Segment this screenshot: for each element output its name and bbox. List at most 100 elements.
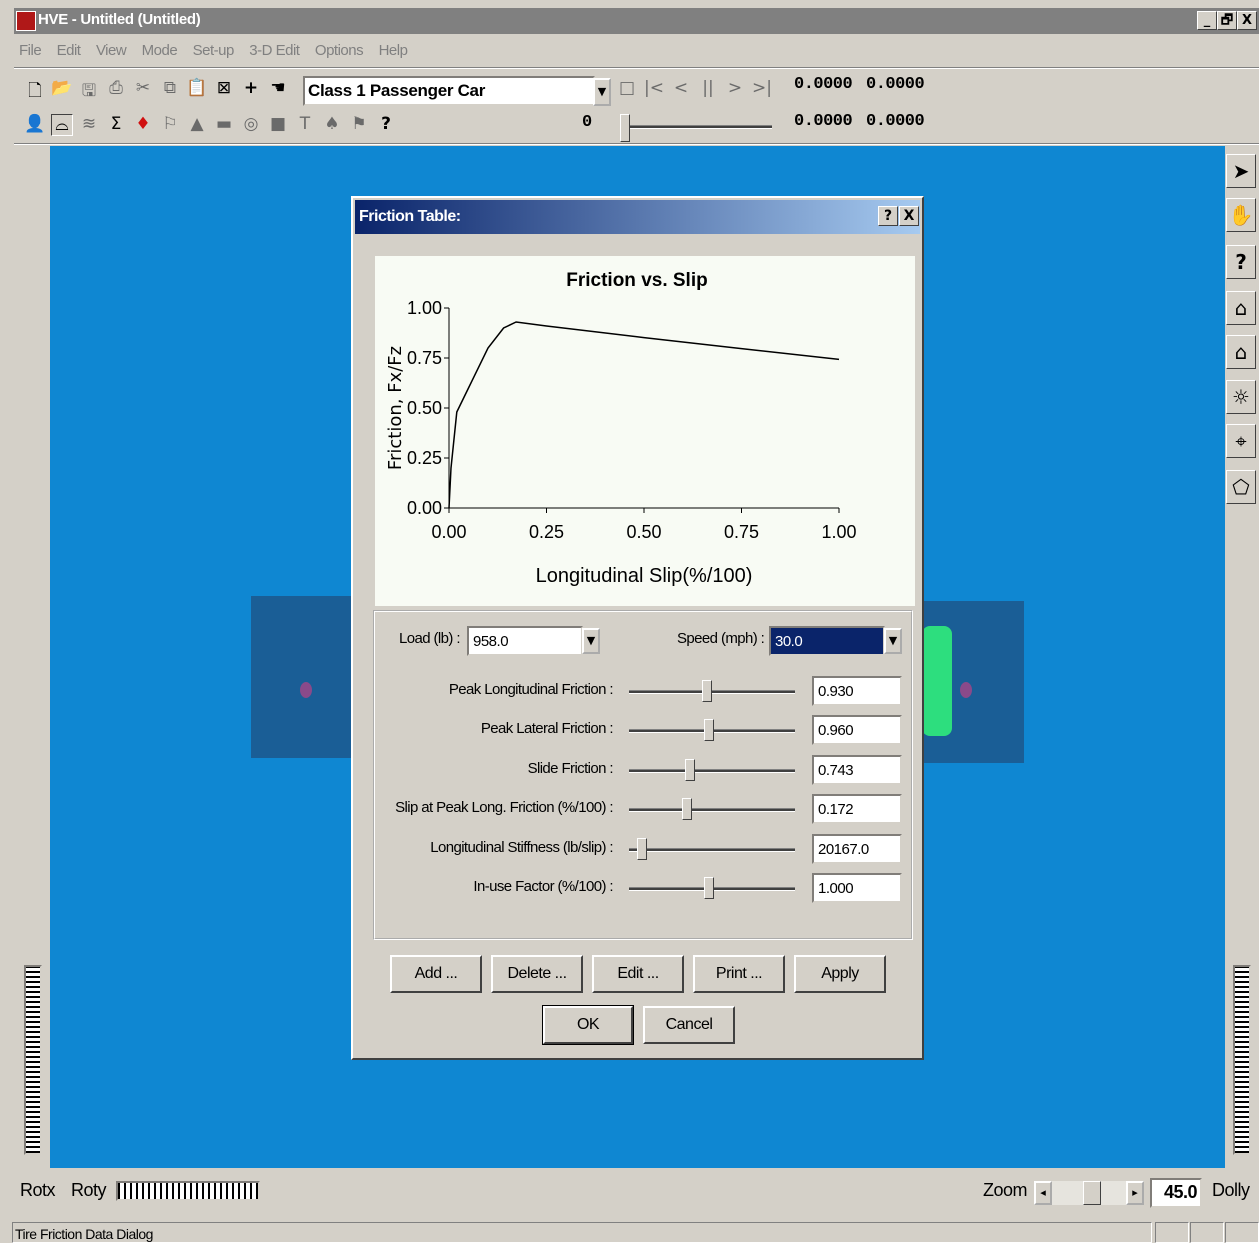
param-slider-thumb[interactable] (703, 719, 714, 742)
param-value-field[interactable]: 0.930 (812, 676, 902, 706)
paste-icon[interactable]: 📋 (186, 78, 208, 100)
zoom-decrease-button[interactable]: ◂ (1034, 1181, 1052, 1205)
marker-icon[interactable]: ♠ (321, 114, 343, 136)
vehicle-left-body (251, 596, 361, 758)
rewind-start-icon[interactable]: |< (643, 78, 665, 100)
lighting-icon[interactable]: ☼ (1226, 380, 1256, 414)
home-view-icon[interactable]: ⌂ (1226, 291, 1256, 325)
wireframe-icon[interactable]: ⬠ (1226, 470, 1256, 504)
cut-icon[interactable]: ✂ (132, 78, 154, 100)
menu-file[interactable]: File (14, 36, 47, 59)
set-home-icon[interactable]: ⌂ (1226, 335, 1256, 369)
dialog-close-button[interactable]: X (899, 206, 919, 226)
param-slider-thumb[interactable] (682, 798, 693, 821)
y-tick-label: 0.25 (407, 448, 442, 468)
target-icon[interactable]: ⌖ (1226, 424, 1256, 458)
rotx-thumbwheel[interactable] (24, 965, 42, 1155)
roty-thumbwheel[interactable] (116, 1181, 260, 1201)
block-icon[interactable]: ■ (267, 114, 289, 136)
cone-icon[interactable]: ▲ (186, 114, 208, 136)
forward-end-icon[interactable]: >| (751, 78, 773, 100)
roty-label: Roty (71, 1180, 107, 1200)
menu-help[interactable]: Help (374, 36, 414, 59)
add-button[interactable]: Add ... (390, 955, 482, 993)
readout-1: 0.0000 (794, 75, 853, 94)
query-icon[interactable]: ? (1226, 245, 1256, 279)
text-icon[interactable]: T (294, 114, 316, 136)
sigma-icon[interactable]: Σ (105, 114, 127, 136)
help-icon[interactable]: ? (375, 114, 397, 136)
select-arrow-icon[interactable]: ➤ (1226, 154, 1256, 188)
timeline-slider-thumb[interactable] (620, 114, 630, 142)
zoom-value-field[interactable]: 45.0 (1150, 1178, 1202, 1208)
barrel-icon[interactable]: ▬ (213, 114, 235, 136)
dolly-thumbwheel[interactable] (1233, 965, 1251, 1155)
param-slider-track[interactable] (629, 808, 795, 813)
menu-mode[interactable]: Mode (137, 36, 184, 59)
load-dropdown-button[interactable]: ▼ (582, 628, 600, 654)
timeline-slider-track[interactable] (626, 125, 772, 129)
menu-edit[interactable]: Edit (52, 36, 87, 59)
y-axis-label: Friction, Fx/Fz (385, 346, 406, 470)
environment-icon[interactable]: ≋ (78, 114, 100, 136)
param-value-field[interactable]: 1.000 (812, 873, 902, 903)
param-slider-track[interactable] (629, 847, 795, 852)
step-back-icon[interactable]: < (670, 78, 692, 100)
param-value-field[interactable]: 0.172 (812, 794, 902, 825)
event-icon[interactable]: ♦ (132, 114, 154, 136)
save-icon[interactable]: 🖫 (78, 78, 100, 101)
pause-icon[interactable]: || (697, 78, 719, 100)
flag-small-icon[interactable]: ⚑ (348, 114, 370, 136)
param-value-field[interactable]: 20167.0 (812, 833, 902, 864)
zoom-increase-button[interactable]: ▸ (1126, 1181, 1144, 1205)
new-file-icon[interactable]: 🗋 (24, 78, 46, 101)
edit-button[interactable]: Edit ... (592, 955, 684, 993)
speed-dropdown-button[interactable]: ▼ (884, 628, 902, 654)
print-icon[interactable]: ⎙ (105, 78, 127, 100)
menu-options[interactable]: Options (310, 36, 369, 59)
copy-icon[interactable]: ⧉ (159, 78, 181, 100)
apply-button[interactable]: Apply (794, 955, 886, 993)
dialog-title: Friction Table: (359, 208, 461, 225)
hve-app-icon[interactable] (16, 11, 36, 31)
param-slider-thumb[interactable] (703, 877, 714, 899)
param-slider-thumb[interactable] (637, 837, 648, 860)
stop-icon[interactable]: □ (616, 78, 638, 100)
flag-icon[interactable]: ⚐ (159, 114, 181, 136)
print-button[interactable]: Print ... (693, 955, 785, 993)
zoom-scroll-thumb[interactable] (1083, 1181, 1101, 1205)
delete-button[interactable]: Delete ... (491, 955, 583, 993)
menu-setup[interactable]: Set-up (188, 36, 240, 59)
speed-combo[interactable]: 30.0 (769, 626, 885, 656)
step-forward-icon[interactable]: > (724, 78, 746, 100)
zoom-scrollbar[interactable] (1052, 1181, 1126, 1205)
vehicle-select[interactable]: Class 1 Passenger Car (303, 76, 595, 106)
param-slider-thumb[interactable] (685, 758, 696, 781)
close-window-button[interactable]: X (1237, 11, 1257, 30)
hand-pointer-icon[interactable]: ☚ (267, 78, 289, 100)
param-value-field[interactable]: 0.960 (812, 715, 902, 746)
speed-label: Speed (mph) : (677, 630, 765, 647)
ok-button[interactable]: OK (542, 1005, 634, 1045)
param-value-field[interactable]: 0.743 (812, 754, 902, 785)
maximize-button[interactable]: 🗗 (1217, 11, 1237, 30)
tire-icon[interactable]: ◎ (240, 114, 262, 136)
delete-box-icon[interactable]: ⊠ (213, 78, 235, 100)
load-combo[interactable]: 958.0 (467, 626, 583, 656)
pan-hand-icon[interactable]: ✋ (1226, 198, 1256, 232)
open-folder-icon[interactable]: 📂 (51, 78, 73, 100)
vehicle-icon[interactable]: ⌓ (51, 114, 73, 136)
dolly-label: Dolly (1212, 1180, 1250, 1200)
dialog-help-button[interactable]: ? (878, 206, 898, 226)
menu-3d-edit[interactable]: 3-D Edit (244, 36, 305, 59)
status-bar: Tire Friction Data Dialog (12, 1222, 1152, 1243)
cancel-button[interactable]: Cancel (643, 1006, 735, 1044)
param-slider-thumb[interactable] (702, 680, 713, 702)
minimize-button[interactable]: _ (1197, 11, 1217, 30)
add-icon[interactable]: + (240, 78, 262, 100)
toolbar-row-2: 👤 ⌓ ≋ Σ ♦ ⚐ ▲ ▬ ◎ ■ T ♠ ⚑ ? (24, 114, 414, 140)
param-slider-track[interactable] (629, 768, 795, 773)
driver-icon[interactable]: 👤 (24, 114, 46, 136)
menu-view[interactable]: View (91, 36, 132, 59)
vehicle-dropdown-button[interactable]: ▼ (593, 78, 611, 106)
